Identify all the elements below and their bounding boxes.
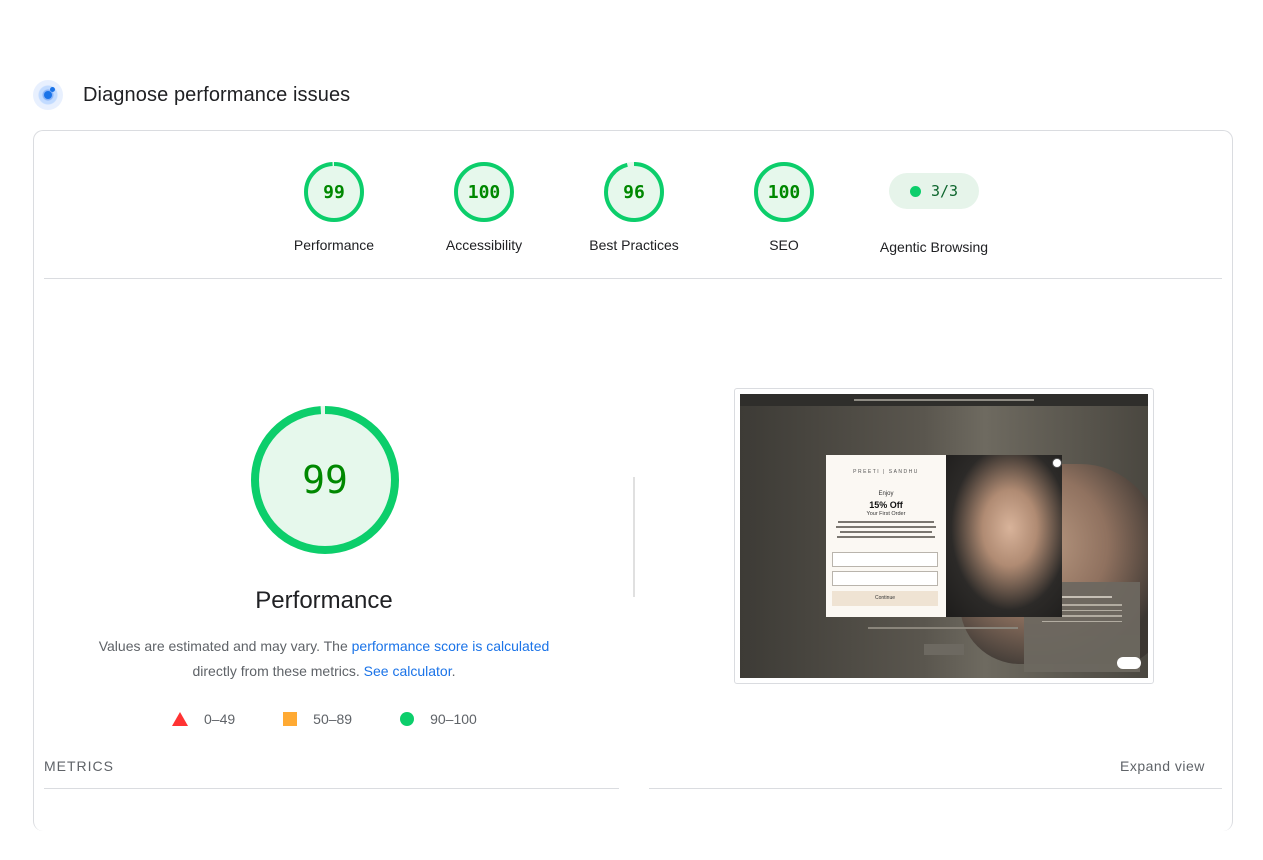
section-title: Diagnose performance issues	[83, 83, 351, 106]
expand-view-button[interactable]: Expand view	[1120, 758, 1205, 774]
gauge-seo-label: SEO	[769, 237, 799, 253]
legend-pass-label: 90–100	[430, 711, 477, 727]
legend-fail: 0–49	[172, 711, 235, 727]
gauge-performance-ring: 99	[304, 162, 364, 222]
agentic-browsing-label: Agentic Browsing	[879, 239, 989, 255]
pass-dot-icon	[909, 185, 921, 197]
legend-fail-label: 0–49	[204, 711, 236, 727]
report-card: 99 Performance 100 Accessibility 96 Best…	[33, 130, 1233, 831]
section-header: Diagnose performance issues	[33, 78, 350, 112]
desc-text: Values are estimated and may vary. The	[98, 638, 352, 654]
screenshot-popup: PREETI | SANDHU Enjoy 15% Off Your First…	[826, 455, 1062, 617]
popup-enjoy: Enjoy	[878, 491, 894, 497]
final-screenshot[interactable]: PREETI | SANDHU Enjoy 15% Off Your First…	[734, 388, 1154, 684]
popup-continue: Continue	[832, 591, 938, 606]
gauge-best-practices-label: Best Practices	[589, 237, 679, 253]
gauge-best-practices-score: 96	[623, 182, 645, 203]
lighthouse-icon	[33, 80, 63, 110]
score-calculated-link[interactable]: performance score is calculated	[352, 638, 550, 654]
desc-period: .	[451, 663, 456, 679]
desc-text-2: directly from these metrics.	[192, 663, 360, 679]
column-separator	[633, 477, 635, 597]
score-legend: 0–49 50–89 90–100	[172, 709, 525, 729]
gauge-performance[interactable]: 99 Performance	[274, 161, 394, 253]
gauge-accessibility-label: Accessibility	[445, 237, 523, 253]
performance-gauge-large: 99	[249, 404, 401, 561]
popup-subtitle: Your First Order	[866, 511, 906, 517]
popup-close-icon	[1052, 458, 1062, 468]
gauge-accessibility-score: 100	[468, 182, 501, 203]
popup-offer: 15% Off	[869, 500, 903, 510]
gauge-best-practices-ring: 96	[604, 162, 664, 222]
average-square-icon	[283, 712, 298, 726]
divider	[44, 278, 1222, 279]
pass-circle-icon	[400, 712, 415, 726]
see-calculator-link[interactable]: See calculator	[364, 663, 452, 679]
agentic-browsing-score: 3/3	[930, 182, 959, 200]
performance-title: Performance	[255, 587, 393, 614]
gauge-seo[interactable]: 100 SEO	[724, 161, 844, 253]
gauge-accessibility[interactable]: 100 Accessibility	[424, 161, 544, 253]
popup-brand: PREETI | SANDHU	[853, 469, 919, 475]
screenshot-image: PREETI | SANDHU Enjoy 15% Off Your First…	[740, 394, 1148, 678]
performance-score-large: 99	[302, 458, 348, 502]
legend-pass: 90–100	[400, 711, 477, 727]
gauge-performance-label: Performance	[293, 237, 375, 253]
gauge-seo-ring: 100	[754, 162, 814, 222]
gauge-best-practices[interactable]: 96 Best Practices	[574, 161, 694, 253]
gauge-seo-score: 100	[768, 182, 801, 203]
fail-triangle-icon	[172, 712, 188, 726]
gauge-accessibility-ring: 100	[454, 162, 514, 222]
agentic-browsing-badge[interactable]: 3/3	[889, 173, 979, 209]
metrics-divider-right	[649, 788, 1222, 789]
metrics-divider-left	[44, 788, 619, 789]
metrics-heading: METRICS	[44, 758, 114, 774]
category-gauges: 99 Performance 100 Accessibility 96 Best…	[34, 161, 1232, 261]
performance-ring-large: 99	[251, 406, 399, 554]
performance-description: Values are estimated and may vary. The p…	[74, 634, 574, 684]
legend-average-label: 50–89	[313, 711, 353, 727]
gauge-performance-score: 99	[323, 182, 345, 203]
legend-average: 50–89	[283, 711, 352, 727]
